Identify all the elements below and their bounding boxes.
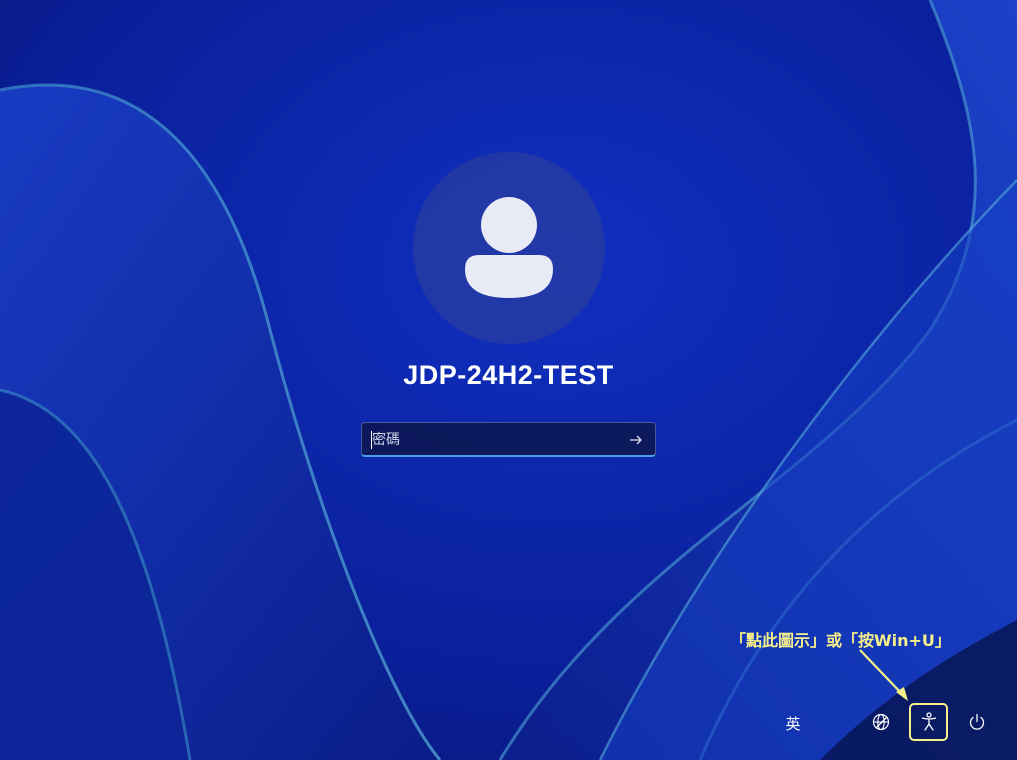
submit-arrow-button[interactable] bbox=[625, 429, 647, 451]
password-box[interactable] bbox=[361, 422, 656, 457]
user-silhouette-icon bbox=[465, 197, 553, 298]
accessibility-icon bbox=[921, 712, 936, 731]
user-avatar bbox=[413, 152, 605, 344]
username-label: JDP-24H2-TEST bbox=[403, 360, 614, 390]
text-caret bbox=[371, 431, 372, 449]
power-button[interactable] bbox=[962, 707, 992, 737]
password-input[interactable] bbox=[372, 428, 622, 452]
network-button[interactable] bbox=[866, 707, 896, 737]
arrow-right-icon bbox=[630, 435, 642, 445]
accessibility-button[interactable] bbox=[909, 703, 948, 741]
language-button[interactable]: 英 bbox=[778, 708, 808, 738]
network-globe-icon bbox=[872, 713, 890, 731]
annotation-arrow bbox=[859, 649, 908, 701]
power-icon bbox=[969, 713, 985, 730]
